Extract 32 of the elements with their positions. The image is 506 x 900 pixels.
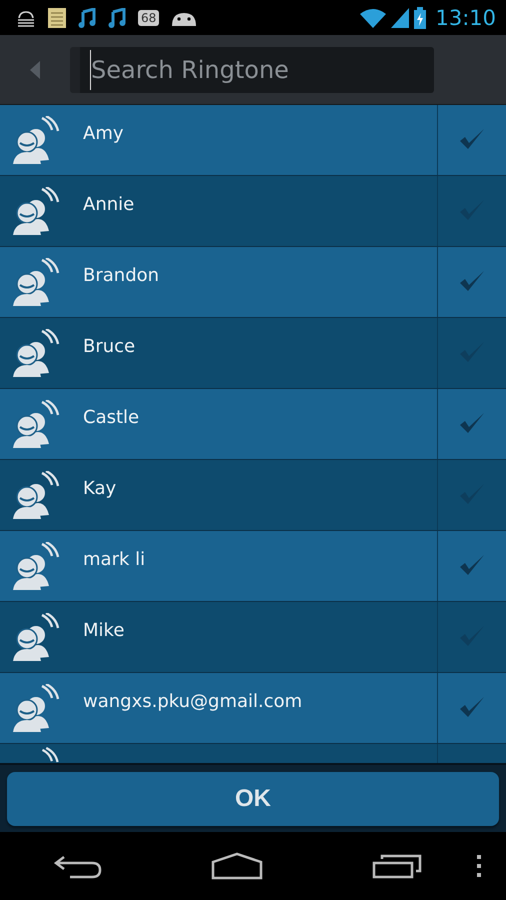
contact-row[interactable]: Bruce xyxy=(0,318,506,389)
contact-row[interactable]: Brandon xyxy=(0,247,506,318)
contact-row[interactable]: mark li xyxy=(0,531,506,602)
overflow-menu-icon[interactable] xyxy=(476,855,482,877)
contact-name: wangxs.pku@gmail.com xyxy=(83,691,304,712)
contact-name: Brandon xyxy=(83,265,160,286)
contact-name: Amy xyxy=(83,123,124,144)
contact-row[interactable]: Castle xyxy=(0,389,506,460)
recent-apps-icon[interactable] xyxy=(372,853,422,879)
wifi-icon xyxy=(360,8,386,28)
contact-row[interactable]: Annie xyxy=(0,176,506,247)
contact-name: Kay xyxy=(83,478,118,499)
battery-icon xyxy=(414,6,426,28)
contact-name: Annie xyxy=(83,194,136,215)
search-field[interactable]: Search Ringtone xyxy=(70,46,434,92)
music-note-icon xyxy=(78,8,96,28)
contact-name: Castle xyxy=(83,407,140,428)
home-icon[interactable] xyxy=(210,852,263,880)
notepad-icon xyxy=(48,8,66,28)
contact-row[interactable]: Amy xyxy=(0,105,506,176)
contact-row[interactable]: Kay xyxy=(0,460,506,531)
ok-button[interactable]: OK xyxy=(7,772,499,826)
contact-row[interactable]: Mike xyxy=(0,602,506,673)
contact-name: Bruce xyxy=(83,336,136,357)
signal-icon xyxy=(391,8,410,28)
contact-row[interactable]: wangxs.pku@gmail.com xyxy=(0,673,506,744)
back-icon[interactable] xyxy=(54,853,102,879)
notification-count: 68 xyxy=(138,10,160,26)
contact-name: Mike xyxy=(83,620,126,641)
contact-name: mark li xyxy=(83,549,146,570)
music-note-icon xyxy=(108,8,126,28)
clock-time: 13:10 xyxy=(435,6,496,30)
